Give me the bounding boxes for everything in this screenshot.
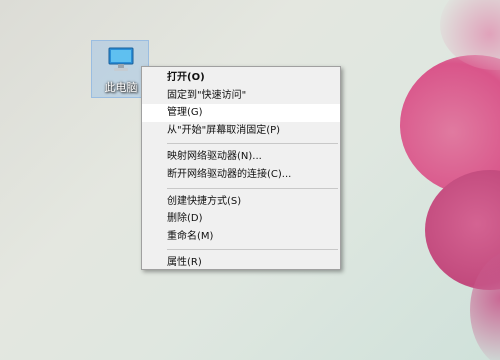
menu-item[interactable]: 创建快捷方式(S) [142,193,340,211]
menu-item[interactable]: 固定到"快速访问" [142,87,340,105]
desktop: 此电脑 打开(O) 固定到"快速访问" 管理(G) 从"开始"屏幕取消固定(P) 映射网… [0,0,500,360]
context-menu: 打开(O) 固定到"快速访问" 管理(G) 从"开始"屏幕取消固定(P) 映射网络驱动器… [141,66,341,270]
menu-item[interactable]: 断开网络驱动器的连接(C)... [142,166,340,184]
this-pc-icon [108,47,134,71]
menu-item[interactable]: 属性(R) [142,254,340,272]
menu-item[interactable]: 打开(O) [142,69,340,87]
menu-item[interactable]: 管理(G) [142,104,340,122]
menu-separator [167,143,338,145]
menu-item[interactable]: 重命名(M) [142,228,340,246]
menu-separator [167,187,338,189]
menu-item[interactable]: 映射网络驱动器(N)... [142,148,340,166]
menu-item[interactable]: 从"开始"屏幕取消固定(P) [142,122,340,140]
menu-item[interactable]: 删除(D) [142,210,340,228]
menu-separator [167,249,338,251]
